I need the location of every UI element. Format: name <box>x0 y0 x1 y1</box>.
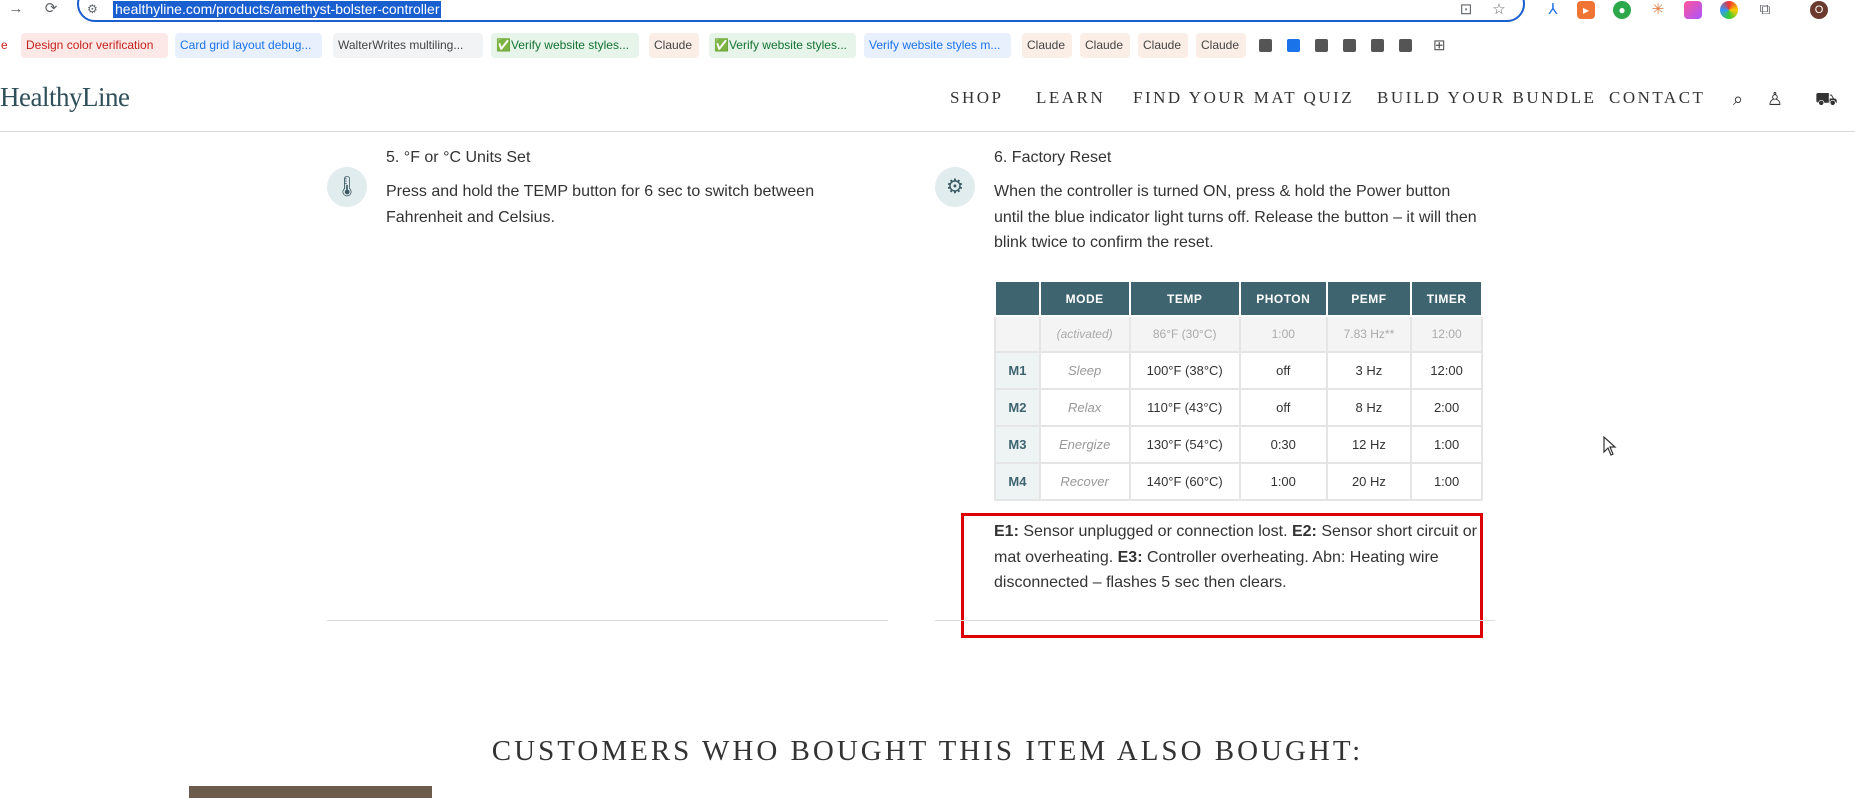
extension-c-icon[interactable]: ● <box>1613 1 1631 19</box>
bookmark-star-icon[interactable]: ☆ <box>1490 1 1508 19</box>
site-header: HealthyLine SHOP LEARN FIND YOUR MAT QUI… <box>0 66 1855 132</box>
thermometer-icon: 🌡 <box>327 167 367 207</box>
table-cell: 130°F (54°C) <box>1128 425 1241 464</box>
bookmark-item[interactable]: Claude <box>1196 33 1246 58</box>
bookmark-item[interactable]: Claude <box>1022 33 1072 58</box>
apps-grid-icon[interactable]: ⊞ <box>1428 33 1450 58</box>
table-cell: 12 Hz <box>1325 425 1413 464</box>
table-row: M1 Sleep 100°F (38°C) off 3 Hz 12:00 <box>994 351 1483 390</box>
bookmark-item[interactable]: Card grid layout debug... <box>175 33 322 58</box>
table-cell: 100°F (38°C) <box>1128 351 1241 390</box>
table-cell: 140°F (60°C) <box>1128 462 1241 501</box>
nav-contact[interactable]: CONTACT <box>1609 88 1705 108</box>
table-cell: 1:00 <box>1238 315 1328 353</box>
cart-icon[interactable]: ⛟ <box>1815 88 1838 110</box>
table-cell: 0:30 <box>1238 425 1328 464</box>
table-header: MODE <box>1038 280 1131 317</box>
divider <box>935 620 1495 621</box>
bookmark-favicon-icon[interactable] <box>1287 39 1300 52</box>
nav-shop[interactable]: SHOP <box>950 88 1003 108</box>
step-5-body: Press and hold the TEMP button for 6 sec… <box>386 183 815 226</box>
claude-extension-icon[interactable]: ✳ <box>1649 1 1667 19</box>
table-row: M3 Energize 130°F (54°C) 0:30 12 Hz 1:00 <box>994 425 1483 464</box>
nav-mat-quiz[interactable]: FIND YOUR MAT QUIZ <box>1133 88 1354 108</box>
bookmark-item[interactable]: Claude <box>649 33 699 58</box>
reload-icon[interactable]: ⟳ <box>41 0 61 18</box>
related-products-heading: CUSTOMERS WHO BOUGHT THIS ITEM ALSO BOUG… <box>491 735 1364 767</box>
table-header: PHOTON <box>1238 280 1328 317</box>
nav-build-bundle[interactable]: BUILD YOUR BUNDLE <box>1377 88 1596 108</box>
gear-icon: ⚙ <box>935 167 975 207</box>
table-cell: 1:00 <box>1410 462 1483 501</box>
table-cell: Recover <box>1038 462 1131 501</box>
table-cell: 110°F (43°C) <box>1128 388 1241 427</box>
bookmark-item[interactable]: Claude <box>1138 33 1188 58</box>
profile-avatar[interactable]: O <box>1810 1 1828 19</box>
table-cell: 12:00 <box>1410 351 1483 390</box>
table-cell: 86°F (30°C) <box>1128 315 1241 353</box>
site-logo[interactable]: HealthyLine <box>0 82 130 113</box>
bookmark-favicon-icon[interactable] <box>1399 39 1412 52</box>
browser-toolbar: → ⟳ ⚙ healthyline.com/products/amethyst-… <box>0 0 1855 22</box>
bookmark-item[interactable]: ✅Verify website styles... <box>491 33 639 58</box>
table-cell: M4 <box>994 462 1041 501</box>
translate-icon[interactable]: ⊡ <box>1457 1 1475 19</box>
table-cell: 20 Hz <box>1325 462 1413 501</box>
bookmark-favicon-icon[interactable] <box>1315 39 1328 52</box>
extension-d-icon[interactable] <box>1684 1 1702 19</box>
table-header: TIMER <box>1410 280 1483 317</box>
table-cell: Energize <box>1038 425 1131 464</box>
bookmark-item[interactable]: WalterWrites multiling... <box>333 33 483 58</box>
table-cell: off <box>1238 351 1328 390</box>
table-cell: (activated) <box>1038 315 1131 353</box>
table-header: TEMP <box>1128 280 1241 317</box>
url-text[interactable]: healthyline.com/products/amethyst-bolste… <box>113 1 442 18</box>
extension-a-icon[interactable]: ⅄ <box>1544 1 1562 19</box>
search-icon[interactable]: ⌕ <box>1727 88 1749 110</box>
table-cell: 1:00 <box>1238 462 1328 501</box>
table-cell: Sleep <box>1038 351 1131 390</box>
mode-table: MODE TEMP PHOTON PEMF TIMER (activated) … <box>994 280 1483 501</box>
table-cell: 7.83 Hz** <box>1325 315 1413 353</box>
bookmark-item[interactable]: Design color verification <box>21 33 168 58</box>
table-cell: 8 Hz <box>1325 388 1413 427</box>
bookmark-item[interactable]: e <box>0 33 12 58</box>
account-icon[interactable]: ♙ <box>1764 88 1786 110</box>
table-row: M2 Relax 110°F (43°C) off 8 Hz 2:00 <box>994 388 1483 427</box>
nav-learn[interactable]: LEARN <box>1036 88 1105 108</box>
table-cell: M1 <box>994 351 1041 390</box>
bookmark-item[interactable]: ✅Verify website styles... <box>709 33 856 58</box>
table-cell: 2:00 <box>1410 388 1483 427</box>
step-6-title: 6. Factory Reset <box>994 149 1112 166</box>
table-cell: M2 <box>994 388 1041 427</box>
site-info-icon[interactable]: ⚙ <box>87 2 103 16</box>
divider <box>327 620 888 621</box>
table-cell: off <box>1238 388 1328 427</box>
table-row: M4 Recover 140°F (60°C) 1:00 20 Hz 1:00 <box>994 462 1483 501</box>
bookmark-favicon-icon[interactable] <box>1371 39 1384 52</box>
step-5-title: 5. °F or °C Units Set <box>386 149 531 166</box>
table-cell: 3 Hz <box>1325 351 1413 390</box>
forward-arrow-icon[interactable]: → <box>6 0 26 18</box>
table-header: PEMF <box>1325 280 1413 317</box>
bookmark-item[interactable]: Verify website styles m... <box>864 33 1011 58</box>
step-6-body: When the controller is turned ON, press … <box>994 183 1477 251</box>
bookmark-favicon-icon[interactable] <box>1343 39 1356 52</box>
bookmark-item[interactable]: Claude <box>1080 33 1130 58</box>
table-header-row: MODE TEMP PHOTON PEMF TIMER <box>994 280 1483 317</box>
table-cell: 12:00 <box>1410 315 1483 353</box>
extension-b-icon[interactable]: ▸ <box>1577 1 1595 19</box>
extensions-puzzle-icon[interactable]: ⧉ <box>1756 1 1774 19</box>
extension-e-icon[interactable] <box>1720 1 1738 19</box>
table-row: (activated) 86°F (30°C) 1:00 7.83 Hz** 1… <box>994 315 1483 353</box>
table-cell <box>994 315 1041 353</box>
mouse-cursor-icon <box>1603 436 1617 456</box>
table-cell: M3 <box>994 425 1041 464</box>
bookmarks-bar: e Design color verification Card grid la… <box>0 33 1855 59</box>
table-header <box>994 280 1041 317</box>
bookmark-favicon-icon[interactable] <box>1259 39 1272 52</box>
table-cell: Relax <box>1038 388 1131 427</box>
table-cell: 1:00 <box>1410 425 1483 464</box>
related-product-image[interactable] <box>189 786 432 798</box>
